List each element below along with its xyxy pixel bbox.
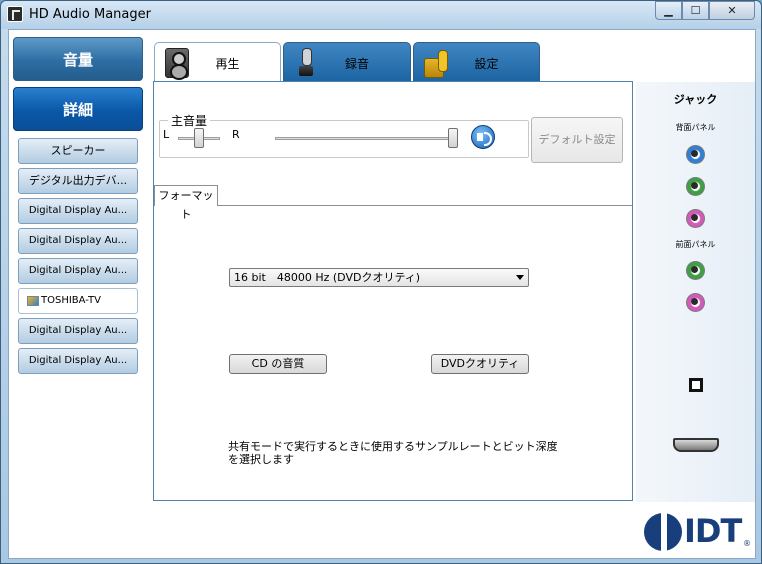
back-jack-pink-icon[interactable] (686, 209, 705, 228)
default-settings-button[interactable]: デフォルト設定 (531, 117, 623, 163)
balance-left-label: L (163, 128, 170, 141)
front-panel-label: 前面パネル (675, 240, 716, 249)
minimize-button[interactable]: ▁ (655, 1, 682, 20)
spdif-icon[interactable] (689, 378, 703, 392)
app-icon (7, 6, 23, 22)
idt-registered-mark: ® (743, 539, 751, 548)
tab-settings[interactable]: 設定 (413, 42, 540, 82)
tab-recording-label: 録音 (344, 57, 369, 71)
back-jack-green-icon[interactable] (686, 177, 705, 196)
speaker-volume-icon[interactable] (471, 125, 495, 149)
device-item-digital-display-2[interactable]: Digital Display Au... (18, 228, 138, 254)
nav-detail-button[interactable]: 詳細 (13, 87, 143, 131)
format-description: 共有モードで実行するときに使用するサンプルレートとビット深度を選択します (228, 440, 558, 466)
device-item-speaker[interactable]: スピーカー (18, 138, 138, 164)
title-bar[interactable]: HD Audio Manager ▁ ☐ ✕ (1, 1, 761, 29)
hd-audio-manager-window: HD Audio Manager ▁ ☐ ✕ 音量 詳細 スピーカー デジタル出… (0, 0, 762, 564)
playback-panel: 主音量 L R デフォルト設定 フォーマット 16 bit 48000 Hz (… (153, 81, 633, 501)
idt-logo-text: IDT (684, 512, 742, 550)
nav-volume-button[interactable]: 音量 (13, 37, 143, 81)
balance-right-label: R (232, 128, 240, 141)
device-item-digital-display-3[interactable]: Digital Display Au... (18, 258, 138, 284)
close-button[interactable]: ✕ (709, 1, 755, 20)
hdmi-icon[interactable] (673, 438, 719, 452)
format-select-value: 16 bit 48000 Hz (DVDクオリティ) (234, 271, 421, 284)
tab-settings-label: 設定 (474, 57, 499, 71)
device-item-digital-output[interactable]: デジタル出力デバ... (18, 168, 138, 194)
tab-playback[interactable]: 再生 (154, 42, 281, 84)
chevron-down-icon (516, 275, 524, 280)
cd-quality-button[interactable]: CD の音質 (229, 354, 327, 374)
device-item-toshiba-tv[interactable]: TOSHIBA-TV (18, 288, 138, 314)
back-jack-blue-icon[interactable] (686, 145, 705, 164)
format-select[interactable]: 16 bit 48000 Hz (DVDクオリティ) (229, 268, 529, 287)
default-device-check-icon (27, 296, 39, 306)
front-jack-green-icon[interactable] (686, 261, 705, 280)
jack-panel: ジャック 背面パネル 前面パネル (636, 82, 755, 502)
front-jack-pink-icon[interactable] (686, 293, 705, 312)
volume-slider-thumb[interactable] (448, 128, 458, 148)
idt-logo-mark (644, 513, 682, 551)
master-volume-label: 主音量 (168, 112, 211, 129)
tab-format[interactable]: フォーマット (154, 185, 218, 221)
client-area: 音量 詳細 スピーカー デジタル出力デバ... Digital Display … (8, 29, 756, 559)
idt-logo: IDT ® (642, 512, 751, 552)
maximize-button[interactable]: ☐ (682, 1, 709, 20)
back-panel-label: 背面パネル (675, 123, 716, 132)
dvd-quality-button[interactable]: DVDクオリティ (431, 354, 529, 374)
device-item-label: TOSHIBA-TV (41, 295, 101, 306)
jack-panel-title: ジャック (673, 93, 718, 106)
balance-slider-thumb[interactable] (194, 128, 204, 148)
master-volume-group: 主音量 L R (159, 112, 529, 158)
window-title: HD Audio Manager (29, 7, 151, 22)
device-item-digital-display-1[interactable]: Digital Display Au... (18, 198, 138, 224)
device-item-digital-display-5[interactable]: Digital Display Au... (18, 348, 138, 374)
tab-playback-label: 再生 (215, 57, 240, 71)
device-item-digital-display-4[interactable]: Digital Display Au... (18, 318, 138, 344)
tab-recording[interactable]: 録音 (283, 42, 411, 82)
volume-slider-track (275, 137, 453, 140)
